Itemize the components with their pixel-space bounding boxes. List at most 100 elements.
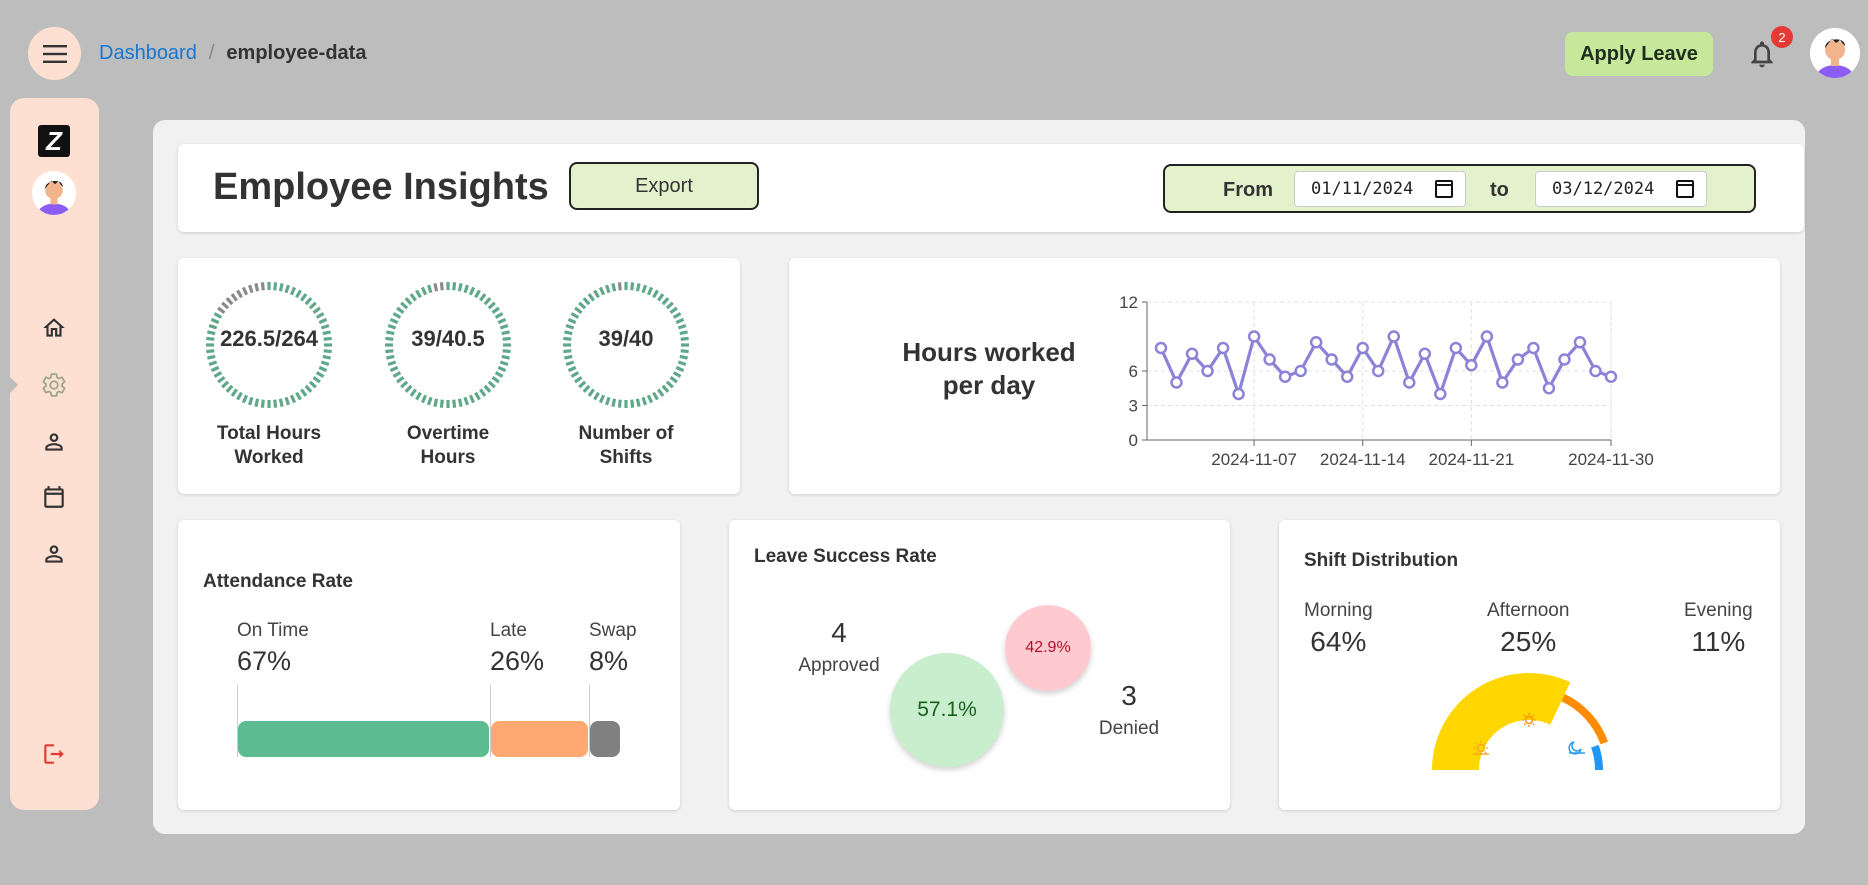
data-point[interactable]	[1403, 376, 1416, 389]
ring-segment	[646, 286, 654, 296]
shift-afternoon: Afternoon 25%	[1487, 600, 1569, 658]
ring-segment	[210, 365, 220, 373]
data-point[interactable]	[1558, 353, 1571, 366]
from-date-input[interactable]: 01/11/2024	[1294, 171, 1466, 207]
ring-segment	[675, 365, 685, 373]
data-point[interactable]	[1371, 364, 1385, 378]
data-point[interactable]	[1604, 370, 1618, 383]
data-point[interactable]	[1294, 364, 1307, 378]
data-point[interactable]	[1418, 347, 1432, 360]
export-button[interactable]: Export	[569, 162, 759, 210]
data-point[interactable]	[1278, 370, 1292, 383]
ring-segment	[315, 371, 325, 378]
ring-segment	[578, 301, 587, 310]
data-point[interactable]	[1573, 336, 1587, 349]
sidebar-item-home[interactable]	[40, 314, 68, 342]
calendar-icon[interactable]	[1676, 180, 1694, 198]
ring-segment	[420, 286, 428, 296]
ring-segment	[617, 282, 622, 291]
ring-segment	[210, 317, 220, 325]
attendance-late: Late 26%	[490, 620, 544, 677]
ring-segment	[635, 283, 641, 292]
ring-segment	[661, 297, 670, 306]
from-label: From	[1223, 179, 1273, 201]
header-card: Employee Insights Export From 01/11/2024…	[178, 144, 1804, 232]
data-point[interactable]	[1527, 341, 1540, 355]
ring-segment	[322, 354, 331, 360]
data-point[interactable]	[1185, 347, 1199, 360]
ring-segment	[457, 398, 463, 407]
data-point[interactable]	[1201, 364, 1214, 378]
ring-segment	[241, 394, 249, 404]
ring-segment	[230, 388, 238, 397]
approved-count: 4	[831, 617, 847, 648]
shift-title: Shift Distribution	[1304, 550, 1459, 571]
ring-segment	[641, 284, 647, 294]
data-point[interactable]	[1263, 353, 1276, 366]
stat-total-hours: 226.5/264 Total Hours Worked	[204, 280, 334, 470]
gauge-segment-afternoon	[1561, 693, 1609, 745]
ring-segment	[474, 289, 481, 299]
data-point[interactable]	[1247, 330, 1261, 343]
attendance-percent: 8%	[589, 646, 629, 676]
ring-segment	[386, 354, 395, 360]
ring-segment	[630, 282, 635, 291]
logout-button[interactable]	[40, 740, 68, 768]
ring-segment	[479, 293, 487, 302]
ring-segment	[565, 360, 575, 366]
sidebar-item-calendar[interactable]	[40, 483, 68, 511]
sidebar-item-settings[interactable]	[40, 371, 68, 399]
data-point[interactable]	[1170, 376, 1183, 389]
ring-segment	[225, 384, 234, 393]
stats-card: 226.5/264 Total Hours Worked 39/40.5 Ove…	[178, 258, 740, 494]
shift-percent: 11%	[1691, 626, 1746, 657]
stat-value: 226.5/264	[220, 326, 318, 351]
shift-morning: Morning 64%	[1304, 600, 1373, 658]
sidebar-avatar[interactable]	[32, 171, 76, 215]
data-point[interactable]	[1309, 336, 1323, 349]
data-point[interactable]	[1154, 341, 1168, 355]
calendar-icon[interactable]	[1435, 180, 1453, 198]
data-point[interactable]	[1480, 330, 1494, 343]
data-point[interactable]	[1216, 341, 1230, 355]
data-point[interactable]	[1542, 382, 1556, 395]
ring-segment	[564, 354, 573, 360]
denied-bubble: 42.9%	[1005, 605, 1091, 691]
stat-overtime-hours: 39/40.5 Overtime Hours	[383, 280, 513, 470]
data-point[interactable]	[1434, 387, 1447, 401]
ring-segment	[582, 297, 591, 306]
breadcrumb-dashboard-link[interactable]: Dashboard	[99, 42, 197, 65]
person-icon	[45, 433, 63, 451]
avatar[interactable]	[1810, 28, 1860, 78]
date-range-picker: From 01/11/2024 to 03/12/2024	[1163, 164, 1756, 213]
data-point[interactable]	[1496, 376, 1509, 389]
data-point[interactable]	[1511, 353, 1525, 366]
data-point[interactable]	[1340, 370, 1354, 383]
to-label: to	[1490, 179, 1509, 201]
ring-segment	[230, 293, 238, 302]
page-title: Employee Insights	[213, 166, 549, 208]
menu-button[interactable]	[28, 27, 81, 80]
ring-segment	[605, 284, 611, 294]
ring-segment	[236, 391, 243, 401]
data-point[interactable]	[1465, 359, 1478, 372]
ring-segment	[457, 283, 463, 292]
data-point[interactable]	[1232, 387, 1245, 401]
ring-segment	[652, 289, 659, 299]
ring-segment	[415, 289, 422, 299]
ring-segment	[254, 398, 260, 407]
data-point[interactable]	[1589, 364, 1602, 378]
data-point[interactable]	[1449, 341, 1463, 355]
data-point[interactable]	[1325, 353, 1338, 366]
ring-segment	[582, 384, 591, 393]
sidebar-item-users[interactable]	[40, 540, 68, 568]
attendance-bar-late	[491, 721, 588, 757]
data-point[interactable]	[1356, 341, 1369, 355]
x-tick-label: 2024-11-14	[1320, 450, 1406, 469]
apply-leave-button[interactable]: Apply Leave	[1565, 32, 1713, 76]
stat-value: 39/40.5	[411, 326, 485, 351]
sidebar-item-profile[interactable]	[40, 428, 68, 456]
denied-count: 3	[1121, 680, 1137, 711]
to-date-input[interactable]: 03/12/2024	[1535, 171, 1707, 207]
data-point[interactable]	[1387, 330, 1401, 343]
